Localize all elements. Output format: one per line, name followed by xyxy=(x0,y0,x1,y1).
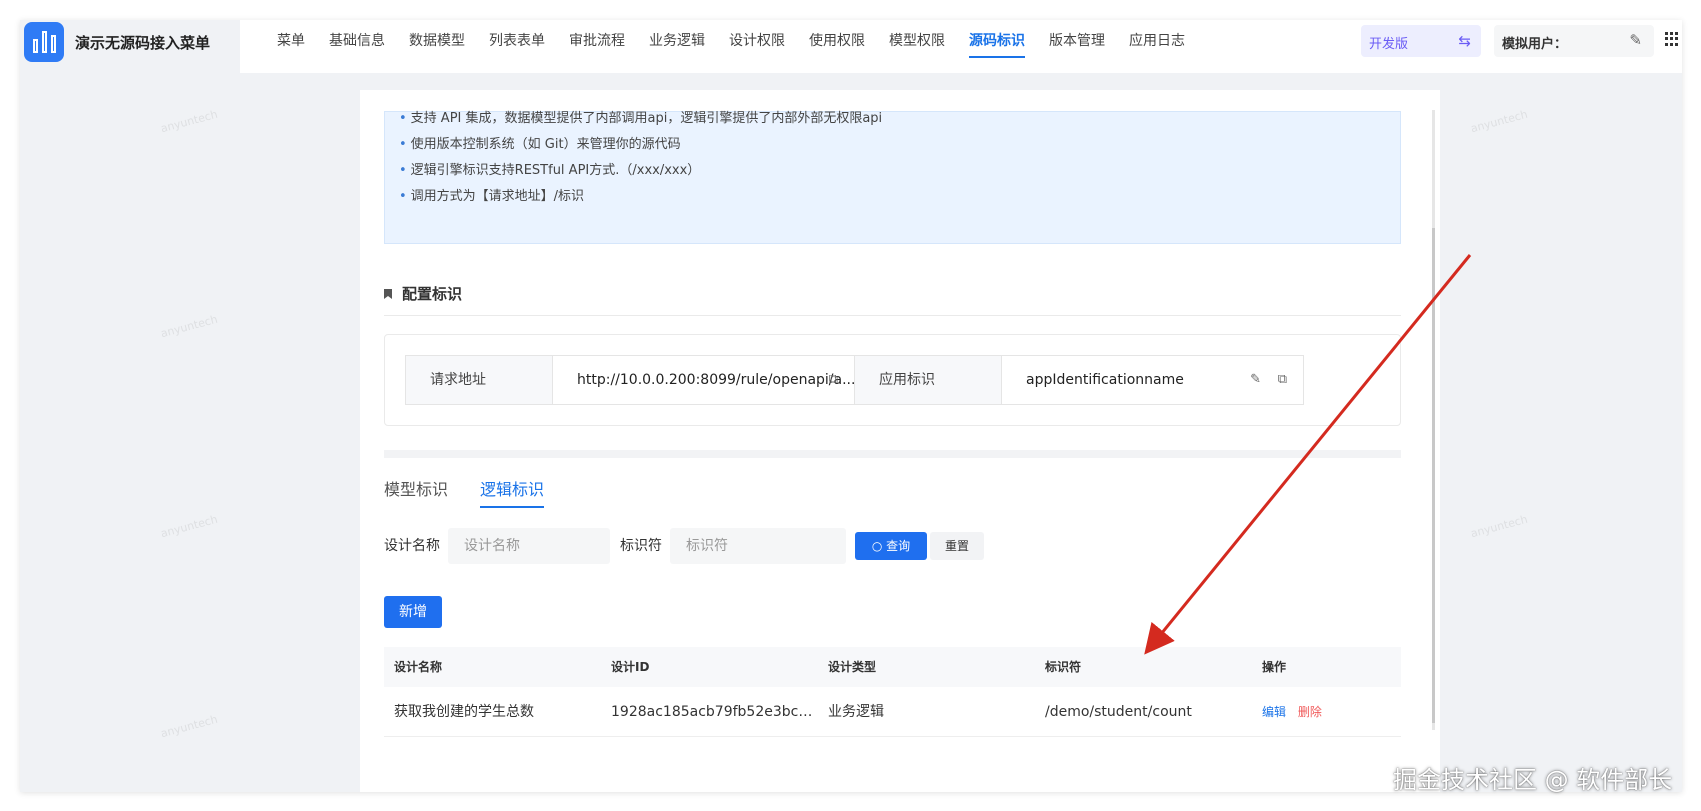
annotation-arrow xyxy=(1144,254,1472,655)
watermark-text: 掘金技术社区 @ 软件部长 xyxy=(1393,766,1673,794)
app-window: 演示无源码接入菜单 菜单 基础信息 数据模型 列表表单 审批流程 业务逻辑 设计… xyxy=(20,20,1682,792)
